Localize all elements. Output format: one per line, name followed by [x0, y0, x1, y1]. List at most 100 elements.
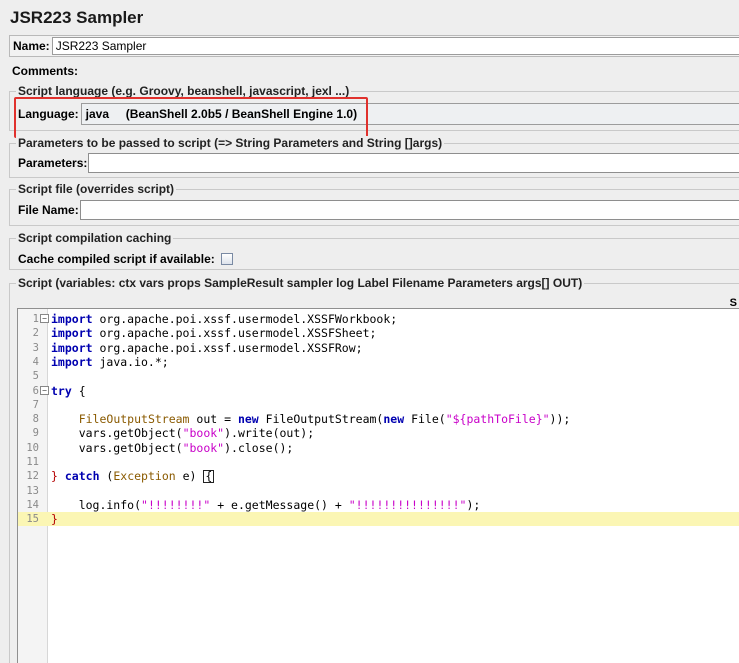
- code-token: ).write(out);: [224, 426, 315, 441]
- code-line[interactable]: 6− try {: [18, 384, 739, 398]
- code-line[interactable]: 1− import org.apache.poi.xssf.usermodel.X…: [18, 312, 739, 326]
- code-text: import org.apache.poi.xssf.usermodel.XSS…: [51, 312, 397, 326]
- code-token: (: [99, 469, 114, 484]
- code-line[interactable]: 2 import org.apache.poi.xssf.usermodel.XS…: [18, 326, 739, 340]
- language-highlight-box: [14, 97, 368, 138]
- file-name-label: File Name:: [18, 203, 79, 217]
- code-line[interactable]: 8 FileOutputStream out = new FileOutputS…: [18, 412, 739, 426]
- comments-row: Comments:: [9, 60, 739, 82]
- code-token: FileOutputStream: [78, 412, 190, 427]
- code-token: "book": [182, 426, 225, 441]
- line-number: 11: [26, 456, 39, 468]
- code-token: java.io.*;: [92, 354, 169, 369]
- code-token: e): [175, 469, 204, 484]
- code-token: try: [51, 383, 72, 398]
- script-editor[interactable]: 1− import org.apache.poi.xssf.usermodel.X…: [17, 308, 739, 663]
- cache-checkbox[interactable]: [220, 253, 233, 265]
- line-number: 9: [32, 427, 39, 440]
- code-token: out =: [189, 412, 238, 427]
- code-text: vars.getObject("book").write(out);: [51, 426, 314, 440]
- code-text: FileOutputStream out = new FileOutputStr…: [51, 412, 571, 427]
- code-text: vars.getObject("book").close();: [51, 440, 294, 455]
- line-number: 1: [32, 313, 39, 325]
- file-name-input[interactable]: [79, 200, 739, 220]
- parameters-legend: Parameters to be passed to script (=> St…: [16, 136, 445, 150]
- code-token: import: [51, 326, 93, 341]
- code-text: } catch (Exception e) {: [51, 469, 215, 484]
- compilation-group: Script compilation caching Cache compile…: [9, 231, 739, 270]
- script-file-legend: Script file (overrides script): [16, 182, 177, 196]
- comments-label: Comments:: [12, 64, 79, 78]
- line-number: 15: [26, 513, 39, 526]
- parameters-input[interactable]: [88, 153, 739, 173]
- code-line[interactable]: 11: [18, 455, 739, 469]
- script-legend: Script (variables: ctx vars props Sample…: [16, 276, 585, 290]
- code-line[interactable]: 12} catch (Exception e) {: [18, 469, 739, 484]
- line-number: 10: [26, 441, 39, 454]
- code-text: try {: [51, 384, 86, 398]
- code-token: vars.getObject(: [51, 426, 183, 441]
- fold-toggle-icon[interactable]: −: [40, 314, 49, 323]
- code-token: org.apache.poi.xssf.usermodel.XSSFRow;: [92, 340, 363, 355]
- code-token: FileOutputStream(: [258, 412, 384, 427]
- code-text: import org.apache.poi.xssf.usermodel.XSS…: [51, 326, 376, 340]
- line-number: 6: [32, 384, 39, 397]
- code-line[interactable]: 4 import java.io.*;: [18, 355, 739, 369]
- code-token: Exception: [113, 469, 176, 484]
- code-token: }: [51, 512, 58, 527]
- line-number: 5: [32, 370, 39, 383]
- code-line[interactable]: 9 vars.getObject("book").write(out);: [18, 426, 739, 440]
- code-token: File(: [404, 412, 446, 427]
- name-label: Name:: [13, 39, 50, 53]
- code-line[interactable]: 13: [18, 484, 739, 498]
- cache-label: Cache compiled script if available:: [18, 252, 215, 266]
- code-token: new: [383, 412, 405, 427]
- parameters-group: Parameters to be passed to script (=> St…: [9, 136, 739, 178]
- script-file-group: Script file (overrides script) File Name…: [9, 182, 739, 226]
- code-line[interactable]: 3 import org.apache.poi.xssf.usermodel.XS…: [18, 341, 739, 355]
- code-text: log.info("!!!!!!!!" + e.getMessage() + "…: [51, 497, 481, 512]
- code-token: "${pathToFile}": [445, 412, 550, 427]
- code-token: "!!!!!!!!!!!!!!!": [348, 497, 467, 512]
- script-language-legend: Script language (e.g. Groovy, beanshell,…: [16, 84, 352, 98]
- code-line[interactable]: 10 vars.getObject("book").close();: [18, 441, 739, 455]
- line-number: 8: [32, 413, 39, 426]
- code-line[interactable]: 5: [18, 369, 739, 383]
- code-token: ).close();: [224, 440, 294, 455]
- code-token: );: [466, 497, 481, 512]
- line-number: 2: [32, 327, 39, 340]
- code-token: {: [71, 383, 86, 398]
- code-token: new: [237, 412, 259, 427]
- line-number: 14: [26, 498, 39, 511]
- name-row: Name: JSR223 Sampler: [9, 35, 739, 57]
- sampler-title: JSR223 Sampler: [10, 8, 144, 27]
- code-line[interactable]: 7: [18, 398, 739, 412]
- code-token: "!!!!!!!!": [141, 497, 211, 512]
- code-text: import org.apache.poi.xssf.usermodel.XSS…: [51, 341, 363, 355]
- code-token: import: [51, 354, 93, 369]
- code-token: import: [51, 340, 93, 355]
- code-token: "book": [182, 440, 225, 455]
- name-input[interactable]: JSR223 Sampler: [51, 37, 739, 55]
- line-number: 7: [32, 398, 39, 411]
- parameters-label: Parameters:: [18, 156, 88, 170]
- compilation-legend: Script compilation caching: [16, 231, 174, 245]
- comments-input[interactable]: [80, 62, 739, 80]
- code-line[interactable]: 14 log.info("!!!!!!!!" + e.getMessage() …: [18, 498, 739, 512]
- line-number: 13: [26, 484, 39, 497]
- code-token: vars.getObject(: [51, 440, 183, 455]
- code-token: }: [51, 469, 58, 484]
- line-number: 4: [32, 355, 39, 368]
- code-line[interactable]: 15}: [18, 512, 739, 527]
- code-token: + e.getMessage() +: [210, 497, 349, 512]
- code-token: {: [203, 469, 215, 484]
- line-number: 3: [32, 341, 39, 354]
- code-text: }: [51, 512, 58, 526]
- code-token: catch: [64, 469, 100, 484]
- code-token: ));: [549, 412, 571, 427]
- code-token: org.apache.poi.xssf.usermodel.XSSFWorkbo…: [92, 312, 398, 326]
- code-token: org.apache.poi.xssf.usermodel.XSSFSheet;: [92, 326, 377, 341]
- fold-toggle-icon[interactable]: −: [40, 385, 49, 395]
